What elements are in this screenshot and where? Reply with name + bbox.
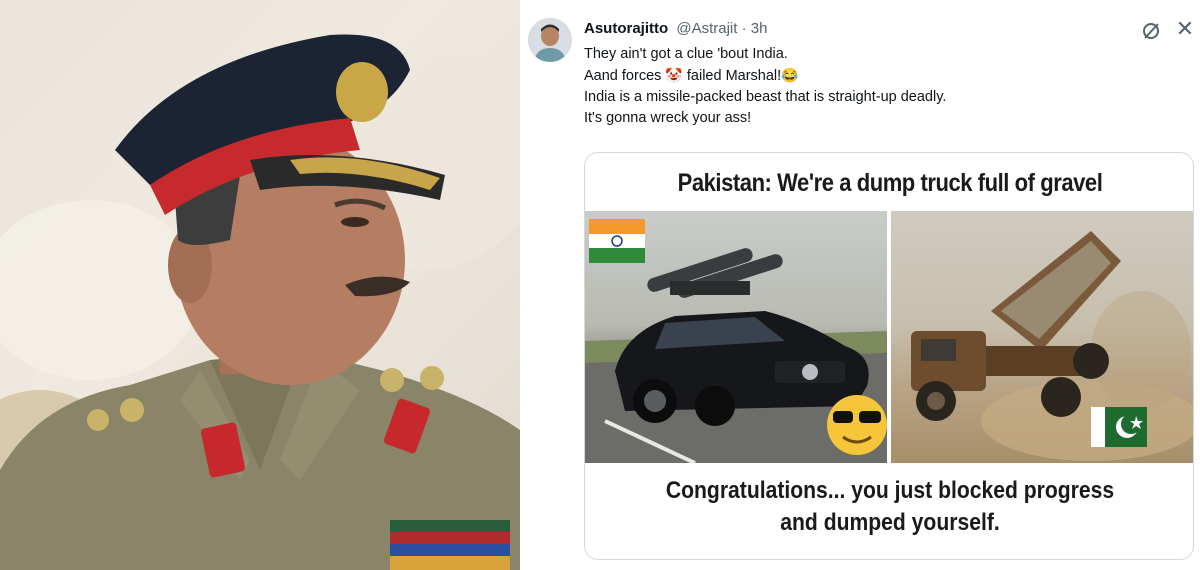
pakistan-flag-icon	[1091, 407, 1147, 447]
meme-caption-line-1: Congratulations... you just blocked prog…	[665, 477, 1115, 504]
dump-truck-illustration	[911, 231, 1193, 461]
meme-caption-line-2: and dumped yourself.	[780, 509, 1000, 536]
car-with-missiles-illustration	[585, 219, 887, 463]
tweet-line-3: India is a missile-packed beast that is …	[584, 89, 947, 105]
sunglasses-emoji-icon	[827, 395, 887, 455]
handle-time[interactable]: @Astrajit · 3h	[676, 20, 767, 37]
tweet-line-2b: failed Marshal!	[686, 68, 782, 84]
avatar-image	[528, 18, 572, 62]
clown-emoji-icon: 🤡	[665, 67, 683, 83]
laughing-emoji-icon: 😂	[781, 67, 799, 83]
tweet-line-1: They ain't got a clue 'bout India.	[584, 46, 788, 62]
meme-caption: Congratulations... you just blocked prog…	[622, 475, 1159, 539]
india-flag-icon	[589, 219, 645, 263]
meme-panel-car	[585, 211, 887, 463]
tweet-line-2a: Aand forces	[584, 68, 662, 84]
display-name[interactable]: Asutorajitto	[584, 20, 668, 37]
close-icon[interactable]: ✕	[1174, 18, 1196, 40]
meme-title: Pakistan: We're a dump truck full of gra…	[677, 169, 1103, 197]
tweet-line-2: Aand forces 🤡 failed Marshal!😂	[584, 65, 1184, 87]
officer-illustration	[0, 34, 520, 570]
avatar[interactable]	[528, 18, 572, 62]
grok-slash-icon[interactable]	[1140, 20, 1162, 42]
tweet-card[interactable]: Asutorajitto @Astrajit · 3h ✕ They ain't…	[520, 0, 1200, 570]
meme-panel-truck	[891, 211, 1193, 463]
officer-photo	[0, 0, 520, 570]
tweet-text: They ain't got a clue 'bout India. Aand …	[584, 44, 1184, 129]
meme-image-card[interactable]: Pakistan: We're a dump truck full of gra…	[584, 152, 1194, 560]
tweet-header: Asutorajitto @Astrajit · 3h	[584, 20, 767, 37]
tweet-line-4: It's gonna wreck your ass!	[584, 110, 752, 126]
